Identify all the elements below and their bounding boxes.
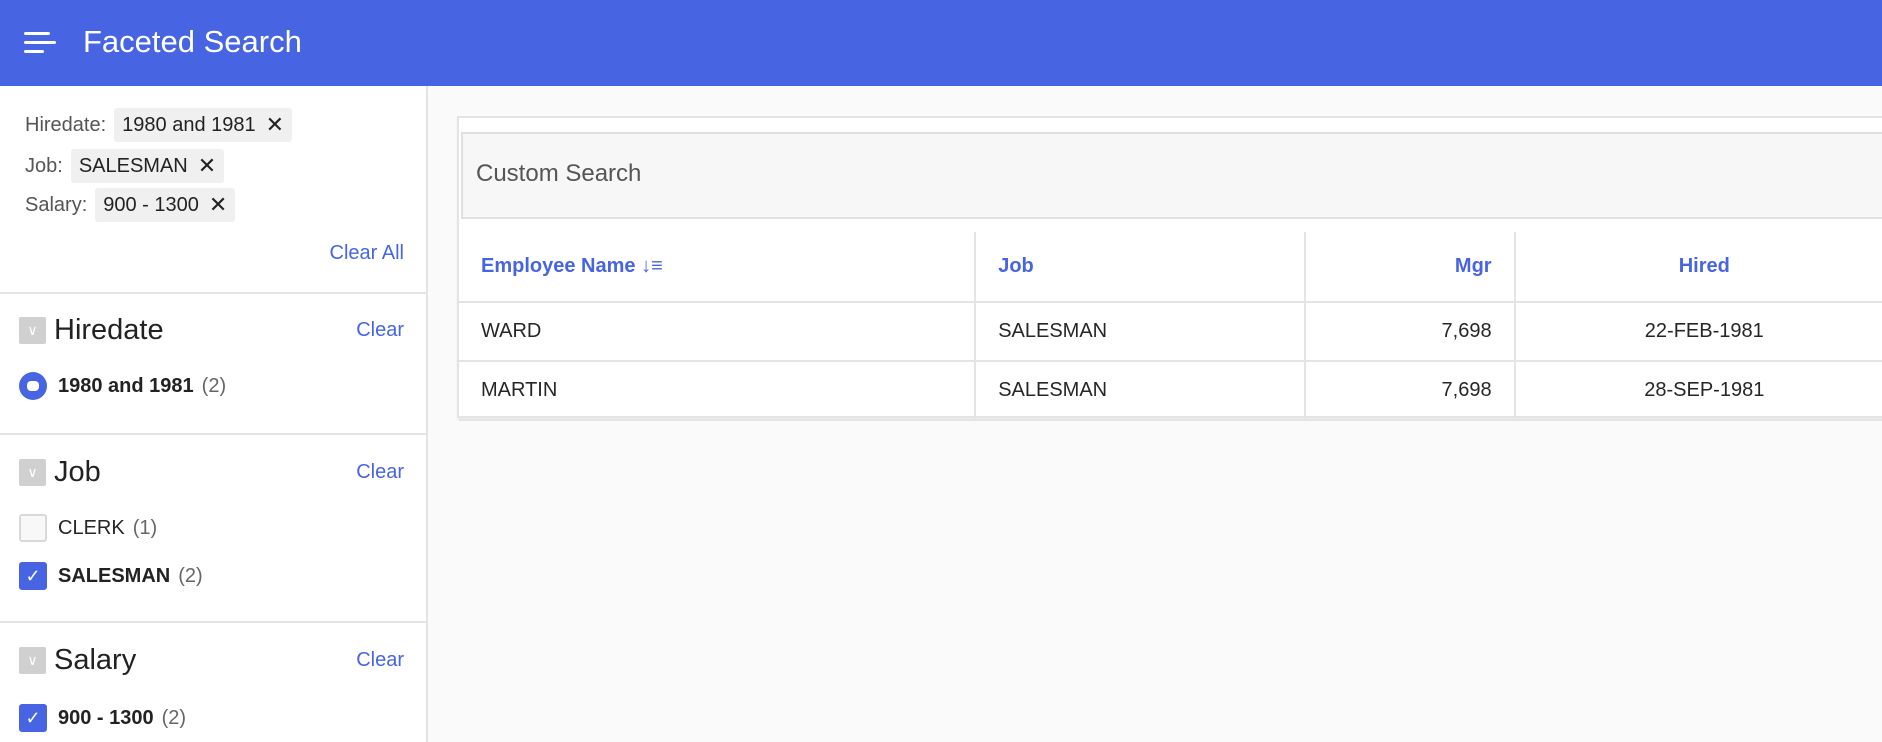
cell-job: SALESMAN xyxy=(975,361,1306,421)
option-count: (2) xyxy=(178,564,203,587)
column-header-job[interactable]: Job xyxy=(975,232,1306,303)
employee-table: Employee Name ↓≡ Job Mgr Hired WARD SALE… xyxy=(459,232,1882,421)
page-title: Faceted Search xyxy=(83,24,302,59)
sort-descending-icon[interactable]: ↓≡ xyxy=(641,255,663,277)
active-filter-salary: Salary: 900 - 1300 ✕ xyxy=(25,188,236,222)
checkbox-checked[interactable]: ✓ xyxy=(19,704,47,732)
facet-sidebar: Hiredate: 1980 and 1981 ✕ Job: SALESMAN ✕ Sa… xyxy=(0,86,428,742)
remove-filter-icon[interactable]: ✕ xyxy=(209,192,227,218)
divider xyxy=(0,621,426,623)
column-header-employee-name[interactable]: Employee Name ↓≡ xyxy=(459,232,977,303)
remove-filter-icon[interactable]: ✕ xyxy=(266,112,284,138)
cell-mgr: 7,698 xyxy=(1304,302,1516,362)
cell-job: SALESMAN xyxy=(975,302,1306,362)
active-filter-hiredate: Hiredate: 1980 and 1981 ✕ xyxy=(25,108,293,142)
facet-header-hiredate[interactable]: ∨ Hiredate xyxy=(19,314,164,347)
cell-name: MARTIN xyxy=(459,361,977,421)
table-row: MARTIN SALESMAN 7,698 28-SEP-1981 xyxy=(459,361,1882,421)
facet-title: Job xyxy=(54,456,101,488)
chevron-down-icon[interactable]: ∨ xyxy=(19,459,46,486)
column-label: Employee Name xyxy=(481,255,636,277)
filter-label: Hiredate: xyxy=(25,113,107,136)
remove-filter-icon[interactable]: ✕ xyxy=(198,153,216,179)
column-header-mgr[interactable]: Mgr xyxy=(1304,232,1516,303)
clear-job-link[interactable]: Clear xyxy=(356,461,404,484)
option-label: CLERK xyxy=(58,516,125,539)
chevron-down-icon[interactable]: ∨ xyxy=(19,317,46,344)
cell-name: WARD xyxy=(459,302,977,362)
chevron-down-icon[interactable]: ∨ xyxy=(19,647,46,674)
option-label: 900 - 1300 xyxy=(58,706,154,729)
facet-header-salary[interactable]: ∨ Salary xyxy=(19,644,136,677)
option-900-1300[interactable]: ✓ 900 - 1300 (2) xyxy=(19,704,186,732)
clear-all-link[interactable]: Clear All xyxy=(330,242,404,265)
cell-mgr: 7,698 xyxy=(1304,361,1516,421)
column-header-hired[interactable]: Hired xyxy=(1514,232,1882,303)
active-filter-job: Job: SALESMAN ✕ xyxy=(25,149,225,183)
table-header-row: Employee Name ↓≡ Job Mgr Hired xyxy=(459,232,1882,303)
filter-label: Job: xyxy=(25,154,63,177)
report-region: Custom Search Employee Name ↓≡ Job Mgr H… xyxy=(457,116,1882,421)
filter-value: 900 - 1300 xyxy=(103,193,199,216)
option-count: (2) xyxy=(161,706,187,729)
checkbox-checked[interactable]: ✓ xyxy=(19,562,47,590)
filter-label: Salary: xyxy=(25,193,88,216)
facet-header-job[interactable]: ∨ Job xyxy=(19,456,101,489)
filter-value: SALESMAN xyxy=(78,154,188,177)
filter-chip: 1980 and 1981 ✕ xyxy=(114,108,293,142)
filter-chip: 900 - 1300 ✕ xyxy=(95,188,236,222)
option-1980-1981[interactable]: 1980 and 1981 (2) xyxy=(19,372,226,400)
filter-value: 1980 and 1981 xyxy=(122,113,256,136)
cell-hired: 28-SEP-1981 xyxy=(1514,361,1882,421)
search-region-title: Custom Search xyxy=(461,132,1882,219)
menu-icon[interactable] xyxy=(24,32,56,56)
clear-salary-link[interactable]: Clear xyxy=(356,649,404,672)
divider xyxy=(0,292,426,294)
option-label: SALESMAN xyxy=(58,564,171,587)
option-label: 1980 and 1981 xyxy=(58,374,194,397)
option-salesman[interactable]: ✓ SALESMAN (2) xyxy=(19,562,203,590)
cell-hired: 22-FEB-1981 xyxy=(1514,302,1882,362)
facet-title: Salary xyxy=(54,644,137,676)
checkbox[interactable] xyxy=(19,514,47,542)
clear-hiredate-link[interactable]: Clear xyxy=(356,319,404,342)
option-count: (2) xyxy=(201,374,227,397)
divider xyxy=(0,433,426,435)
option-clerk[interactable]: CLERK (1) xyxy=(19,514,157,542)
facet-title: Hiredate xyxy=(54,314,164,346)
app-header: Faceted Search xyxy=(0,0,1882,86)
radio-selected[interactable] xyxy=(19,372,47,400)
table-row: WARD SALESMAN 7,698 22-FEB-1981 xyxy=(459,302,1882,362)
option-count: (1) xyxy=(132,516,158,539)
filter-chip: SALESMAN ✕ xyxy=(70,149,225,183)
